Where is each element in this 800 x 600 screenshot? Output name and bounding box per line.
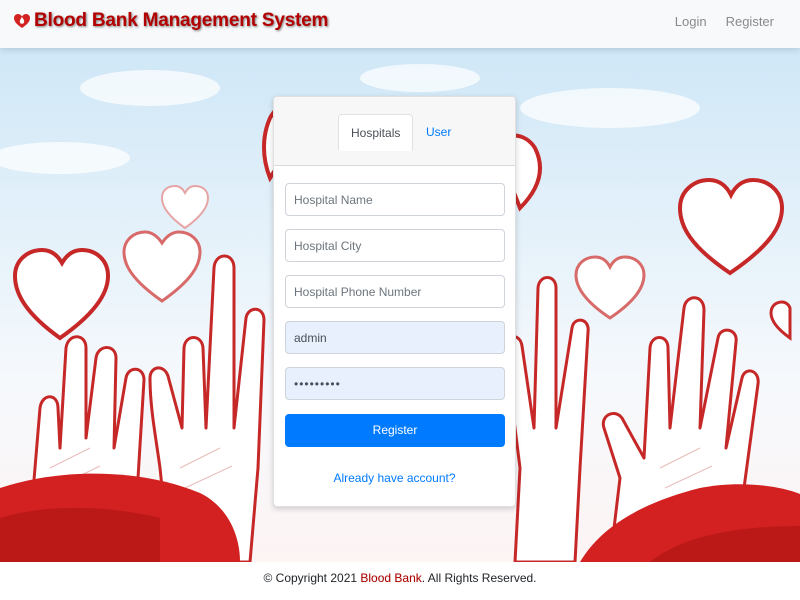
footer-brand-name: Blood Bank: [360, 571, 422, 585]
nav-login-link[interactable]: Login: [675, 14, 707, 29]
hospital-phone-input[interactable]: [285, 275, 505, 308]
nav-links: Login Register: [656, 14, 774, 29]
hospital-name-input[interactable]: [285, 183, 505, 216]
brand-title: Blood Bank Management System: [34, 10, 329, 31]
blood-drop-heart-icon: [14, 14, 30, 28]
footer-copyright-suffix: . All Rights Reserved.: [421, 571, 537, 585]
password-input[interactable]: [285, 367, 505, 400]
hospital-city-input[interactable]: [285, 229, 505, 262]
navbar: Blood Bank Management System Login Regis…: [0, 0, 800, 48]
register-card: Hospitals User Register Already have acc…: [273, 96, 516, 507]
footer-copyright-prefix: © Copyright 2021: [263, 571, 361, 585]
register-button[interactable]: Register: [285, 414, 505, 447]
username-input[interactable]: [285, 321, 505, 354]
tab-user[interactable]: User: [414, 114, 463, 150]
brand[interactable]: Blood Bank Management System: [12, 10, 328, 32]
card-tab-header: Hospitals User: [274, 97, 515, 166]
footer: © Copyright 2021 Blood Bank. All Rights …: [0, 562, 800, 600]
tab-hospitals[interactable]: Hospitals: [338, 114, 414, 151]
nav-register-link[interactable]: Register: [726, 14, 774, 29]
already-have-account-link[interactable]: Already have account?: [274, 471, 515, 485]
